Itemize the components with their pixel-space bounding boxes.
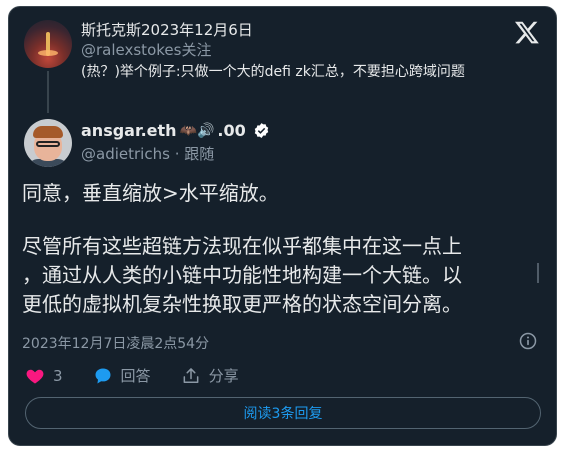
share-label: 分享 [208, 367, 239, 385]
quoted-handle-row: @ralexstokes关注 [81, 39, 211, 60]
info-icon[interactable] [518, 331, 538, 351]
quoted-author-name[interactable]: 斯托克斯2023年12月6日 [81, 19, 253, 40]
share-icon [183, 367, 198, 383]
heart-icon [26, 369, 44, 383]
quoted-handle[interactable]: @ralexstokes [81, 41, 181, 59]
tweet-text-line-4: 更低的虚拟机复杂性换取更严格的状态空间分离。 [22, 292, 462, 316]
like-count: 3 [53, 366, 63, 385]
quoted-avatar[interactable] [24, 20, 72, 68]
author-name[interactable]: ansgar.eth [81, 121, 177, 140]
x-logo-icon[interactable] [514, 19, 540, 45]
quoted-text: (热？)举个例子:只做一个大的defi zk汇总，不要担心跨域问题 [81, 64, 465, 80]
author-handle[interactable]: @adietrichs [81, 145, 170, 163]
author-name-row[interactable]: ansgar.eth 🦇🔊 .00 [81, 121, 270, 140]
share-button[interactable]: 分享 [181, 365, 239, 386]
author-name-suffix: .00 [217, 121, 246, 140]
tweet-text-line-3: ，通过从人类的小链中功能性地构建一个大链。以 [22, 263, 462, 287]
author-handle-row: @adietrichs · 跟随 [81, 143, 214, 164]
quoted-follow-link[interactable]: 关注 [181, 41, 211, 59]
read-replies-button[interactable]: 阅读3条回复 [25, 397, 541, 429]
reply-bubble-icon [95, 368, 111, 383]
text-cursor [537, 263, 539, 283]
thread-line [47, 71, 49, 113]
tweet-text-line-1: 同意，垂直缩放>水平缩放。 [22, 181, 279, 205]
tweet-timestamp[interactable]: 2023年12月7日凌晨2点54分 [22, 333, 209, 353]
like-button[interactable]: 3 [25, 366, 63, 386]
reply-label: 回答 [120, 367, 151, 385]
tweet-card: 斯托克斯2023年12月6日 @ralexstokes关注 (热？)举个例子:只… [8, 6, 557, 446]
reply-action-button[interactable]: 回答 [93, 365, 151, 386]
author-avatar[interactable] [24, 119, 72, 167]
action-bar: 3 回答 分享 [25, 365, 269, 386]
verified-icon [254, 123, 268, 138]
tweet-text-line-2: 尽管所有这些超链方法现在似乎都集中在这一点上 [22, 234, 462, 258]
author-emoji: 🦇🔊 [179, 122, 215, 139]
author-follow-link[interactable]: · 跟随 [175, 145, 215, 163]
